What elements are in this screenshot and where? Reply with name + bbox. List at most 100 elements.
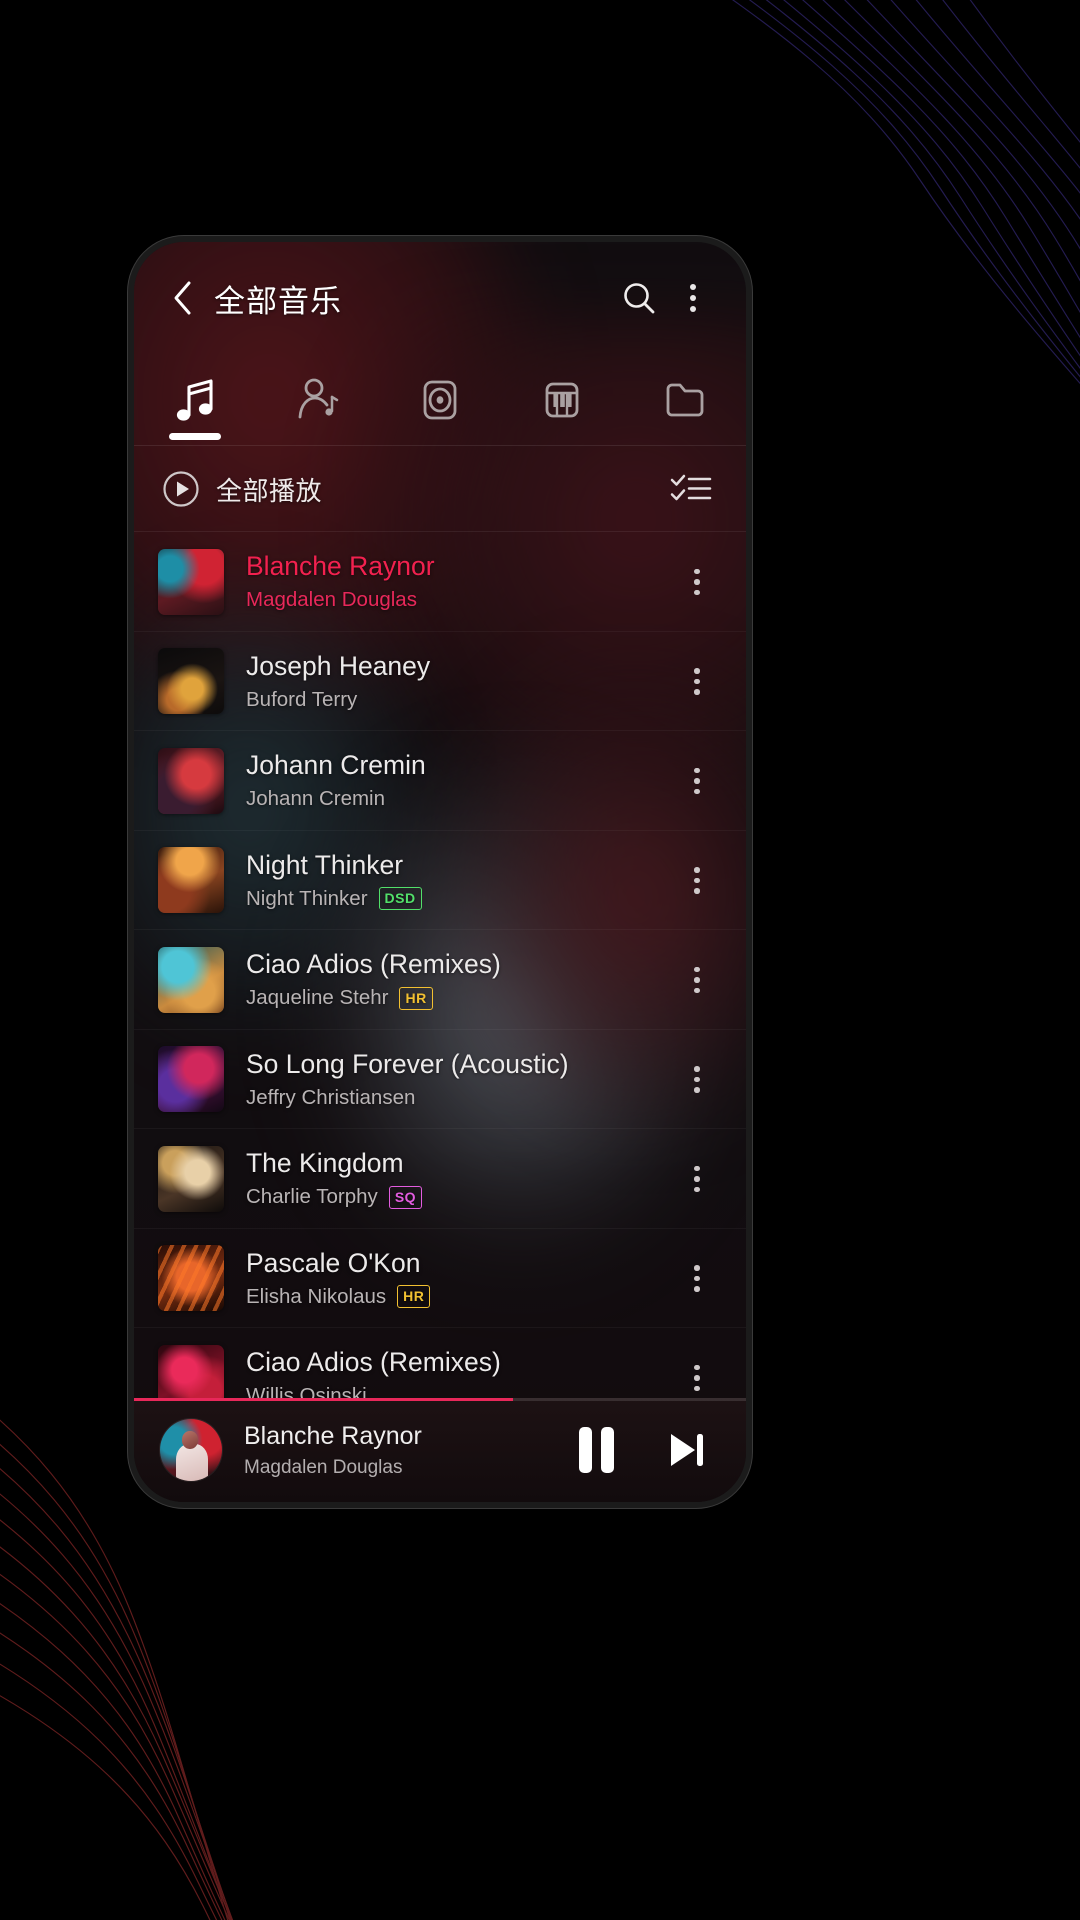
tab-songs[interactable] (134, 354, 256, 446)
track-subline: Night Thinker DSD (246, 887, 670, 911)
track-artist: Buford Terry (246, 687, 358, 711)
phone-device-frame: 全部音乐 全部播放 Blanche Raynor Magdalen Dougla… (128, 236, 752, 1508)
track-row[interactable]: Blanche Raynor Magdalen Douglas (134, 532, 746, 632)
track-subline: Jaqueline Stehr HR (246, 986, 670, 1010)
active-tab-indicator (169, 433, 222, 440)
track-meta: So Long Forever (Acoustic) Jeffry Christi… (224, 1049, 670, 1110)
track-artwork (158, 1046, 224, 1113)
skip-next-icon (671, 1434, 703, 1466)
track-row[interactable]: Pascale O'Kon Elisha Nikolaus HR (134, 1229, 746, 1328)
track-row[interactable]: Joseph Heaney Buford Terry (134, 632, 746, 731)
track-subline: Buford Terry (246, 688, 670, 712)
multi-select-button[interactable] (664, 462, 718, 516)
mini-player-controls (566, 1420, 720, 1480)
track-artwork (158, 1245, 224, 1312)
track-overflow-button[interactable] (670, 547, 724, 617)
mini-player[interactable]: Blanche Raynor Magdalen Douglas (134, 1398, 746, 1502)
back-button[interactable] (160, 276, 204, 320)
piano-icon (546, 382, 579, 418)
track-row[interactable]: Ciao Adios (Remixes) Willis Osinski (134, 1328, 746, 1398)
track-meta: The Kingdom Charlie Torphy SQ (224, 1148, 670, 1209)
track-meta: Night Thinker Night Thinker DSD (224, 850, 670, 911)
track-artwork (158, 1344, 224, 1398)
track-subline: Elisha Nikolaus HR (246, 1285, 670, 1309)
track-row[interactable]: So Long Forever (Acoustic) Jeffry Christi… (134, 1030, 746, 1129)
track-artist: Willis Osinski (246, 1384, 367, 1398)
track-overflow-button[interactable] (670, 1243, 724, 1313)
pause-icon (578, 1427, 614, 1473)
page-title: 全部音乐 (214, 283, 342, 319)
track-artist: Jeffry Christiansen (246, 1085, 416, 1109)
tab-folders[interactable] (624, 354, 746, 446)
track-row[interactable]: Night Thinker Night Thinker DSD (134, 831, 746, 930)
tab-genres[interactable] (501, 354, 623, 446)
app-bar: 全部音乐 (134, 242, 746, 354)
search-button[interactable] (612, 271, 666, 325)
more-vertical-icon (694, 568, 700, 595)
track-overflow-button[interactable] (670, 746, 724, 816)
tab-artists[interactable] (256, 354, 378, 446)
tab-albums[interactable] (379, 354, 501, 446)
artist-icon (298, 378, 338, 419)
mini-player-meta: Blanche Raynor Magdalen Douglas (222, 1422, 566, 1479)
track-overflow-button[interactable] (670, 1144, 724, 1214)
play-all-button[interactable]: 全部播放 (162, 470, 664, 508)
track-subline: Jeffry Christiansen (246, 1086, 670, 1110)
more-vertical-icon (694, 1265, 700, 1292)
track-subline: Charlie Torphy SQ (246, 1185, 670, 1209)
track-artist: Magdalen Douglas (246, 588, 417, 612)
track-overflow-button[interactable] (670, 646, 724, 716)
track-artwork (158, 648, 224, 715)
playback-progress-track[interactable] (134, 1398, 746, 1401)
quality-badge: DSD (378, 887, 422, 911)
quality-badge: HR (397, 1285, 431, 1309)
track-row[interactable]: Johann Cremin Johann Cremin (134, 731, 746, 831)
track-meta: Blanche Raynor Magdalen Douglas (224, 551, 670, 612)
track-title: So Long Forever (Acoustic) (246, 1048, 569, 1079)
more-vertical-icon (694, 1364, 700, 1391)
mini-player-avatar[interactable] (160, 1419, 222, 1481)
track-meta: Ciao Adios (Remixes) Jaqueline Stehr HR (224, 949, 670, 1010)
mini-player-artist: Magdalen Douglas (244, 1456, 403, 1478)
track-artwork (158, 747, 224, 814)
checklist-icon (670, 474, 712, 501)
overflow-menu-button[interactable] (666, 271, 720, 325)
track-overflow-button[interactable] (670, 1343, 724, 1398)
track-row[interactable]: Ciao Adios (Remixes) Jaqueline Stehr HR (134, 930, 746, 1030)
track-row[interactable]: The Kingdom Charlie Torphy SQ (134, 1129, 746, 1229)
track-title: Ciao Adios (Remixes) (246, 1347, 501, 1378)
track-overflow-button[interactable] (670, 1044, 724, 1114)
track-artwork (158, 847, 224, 914)
more-vertical-icon (694, 1066, 700, 1093)
track-artist: Jaqueline Stehr (246, 986, 389, 1010)
next-track-button[interactable] (656, 1420, 716, 1480)
track-artist: Elisha Nikolaus (246, 1284, 387, 1308)
track-title: The Kingdom (246, 1148, 404, 1179)
track-subline: Willis Osinski (246, 1384, 670, 1398)
track-overflow-button[interactable] (670, 845, 724, 915)
more-vertical-icon (694, 767, 700, 794)
track-title: Blanche Raynor (246, 551, 435, 582)
play-all-bar: 全部播放 (134, 446, 746, 532)
track-title: Night Thinker (246, 849, 404, 880)
quality-badge: HR (399, 986, 433, 1010)
track-artwork (158, 548, 224, 615)
more-vertical-icon (690, 284, 696, 312)
track-artist: Charlie Torphy (246, 1185, 378, 1209)
track-overflow-button[interactable] (670, 945, 724, 1015)
mini-player-title: Blanche Raynor (244, 1421, 422, 1450)
phone-screen: 全部音乐 全部播放 Blanche Raynor Magdalen Dougla… (134, 242, 746, 1502)
pause-button[interactable] (566, 1420, 626, 1480)
track-artist: Night Thinker (246, 886, 368, 910)
track-title: Pascale O'Kon (246, 1247, 421, 1278)
track-artwork (158, 946, 224, 1013)
track-list[interactable]: Blanche Raynor Magdalen Douglas Joseph Hea… (134, 532, 746, 1398)
playback-progress-fill (134, 1398, 514, 1401)
album-disc-icon (423, 380, 457, 420)
music-note-icon (177, 379, 213, 421)
play-circle-icon (163, 471, 199, 507)
folder-icon (666, 383, 704, 417)
track-meta: Pascale O'Kon Elisha Nikolaus HR (224, 1248, 670, 1309)
track-title: Joseph Heaney (246, 650, 431, 681)
category-tab-bar (134, 354, 746, 446)
